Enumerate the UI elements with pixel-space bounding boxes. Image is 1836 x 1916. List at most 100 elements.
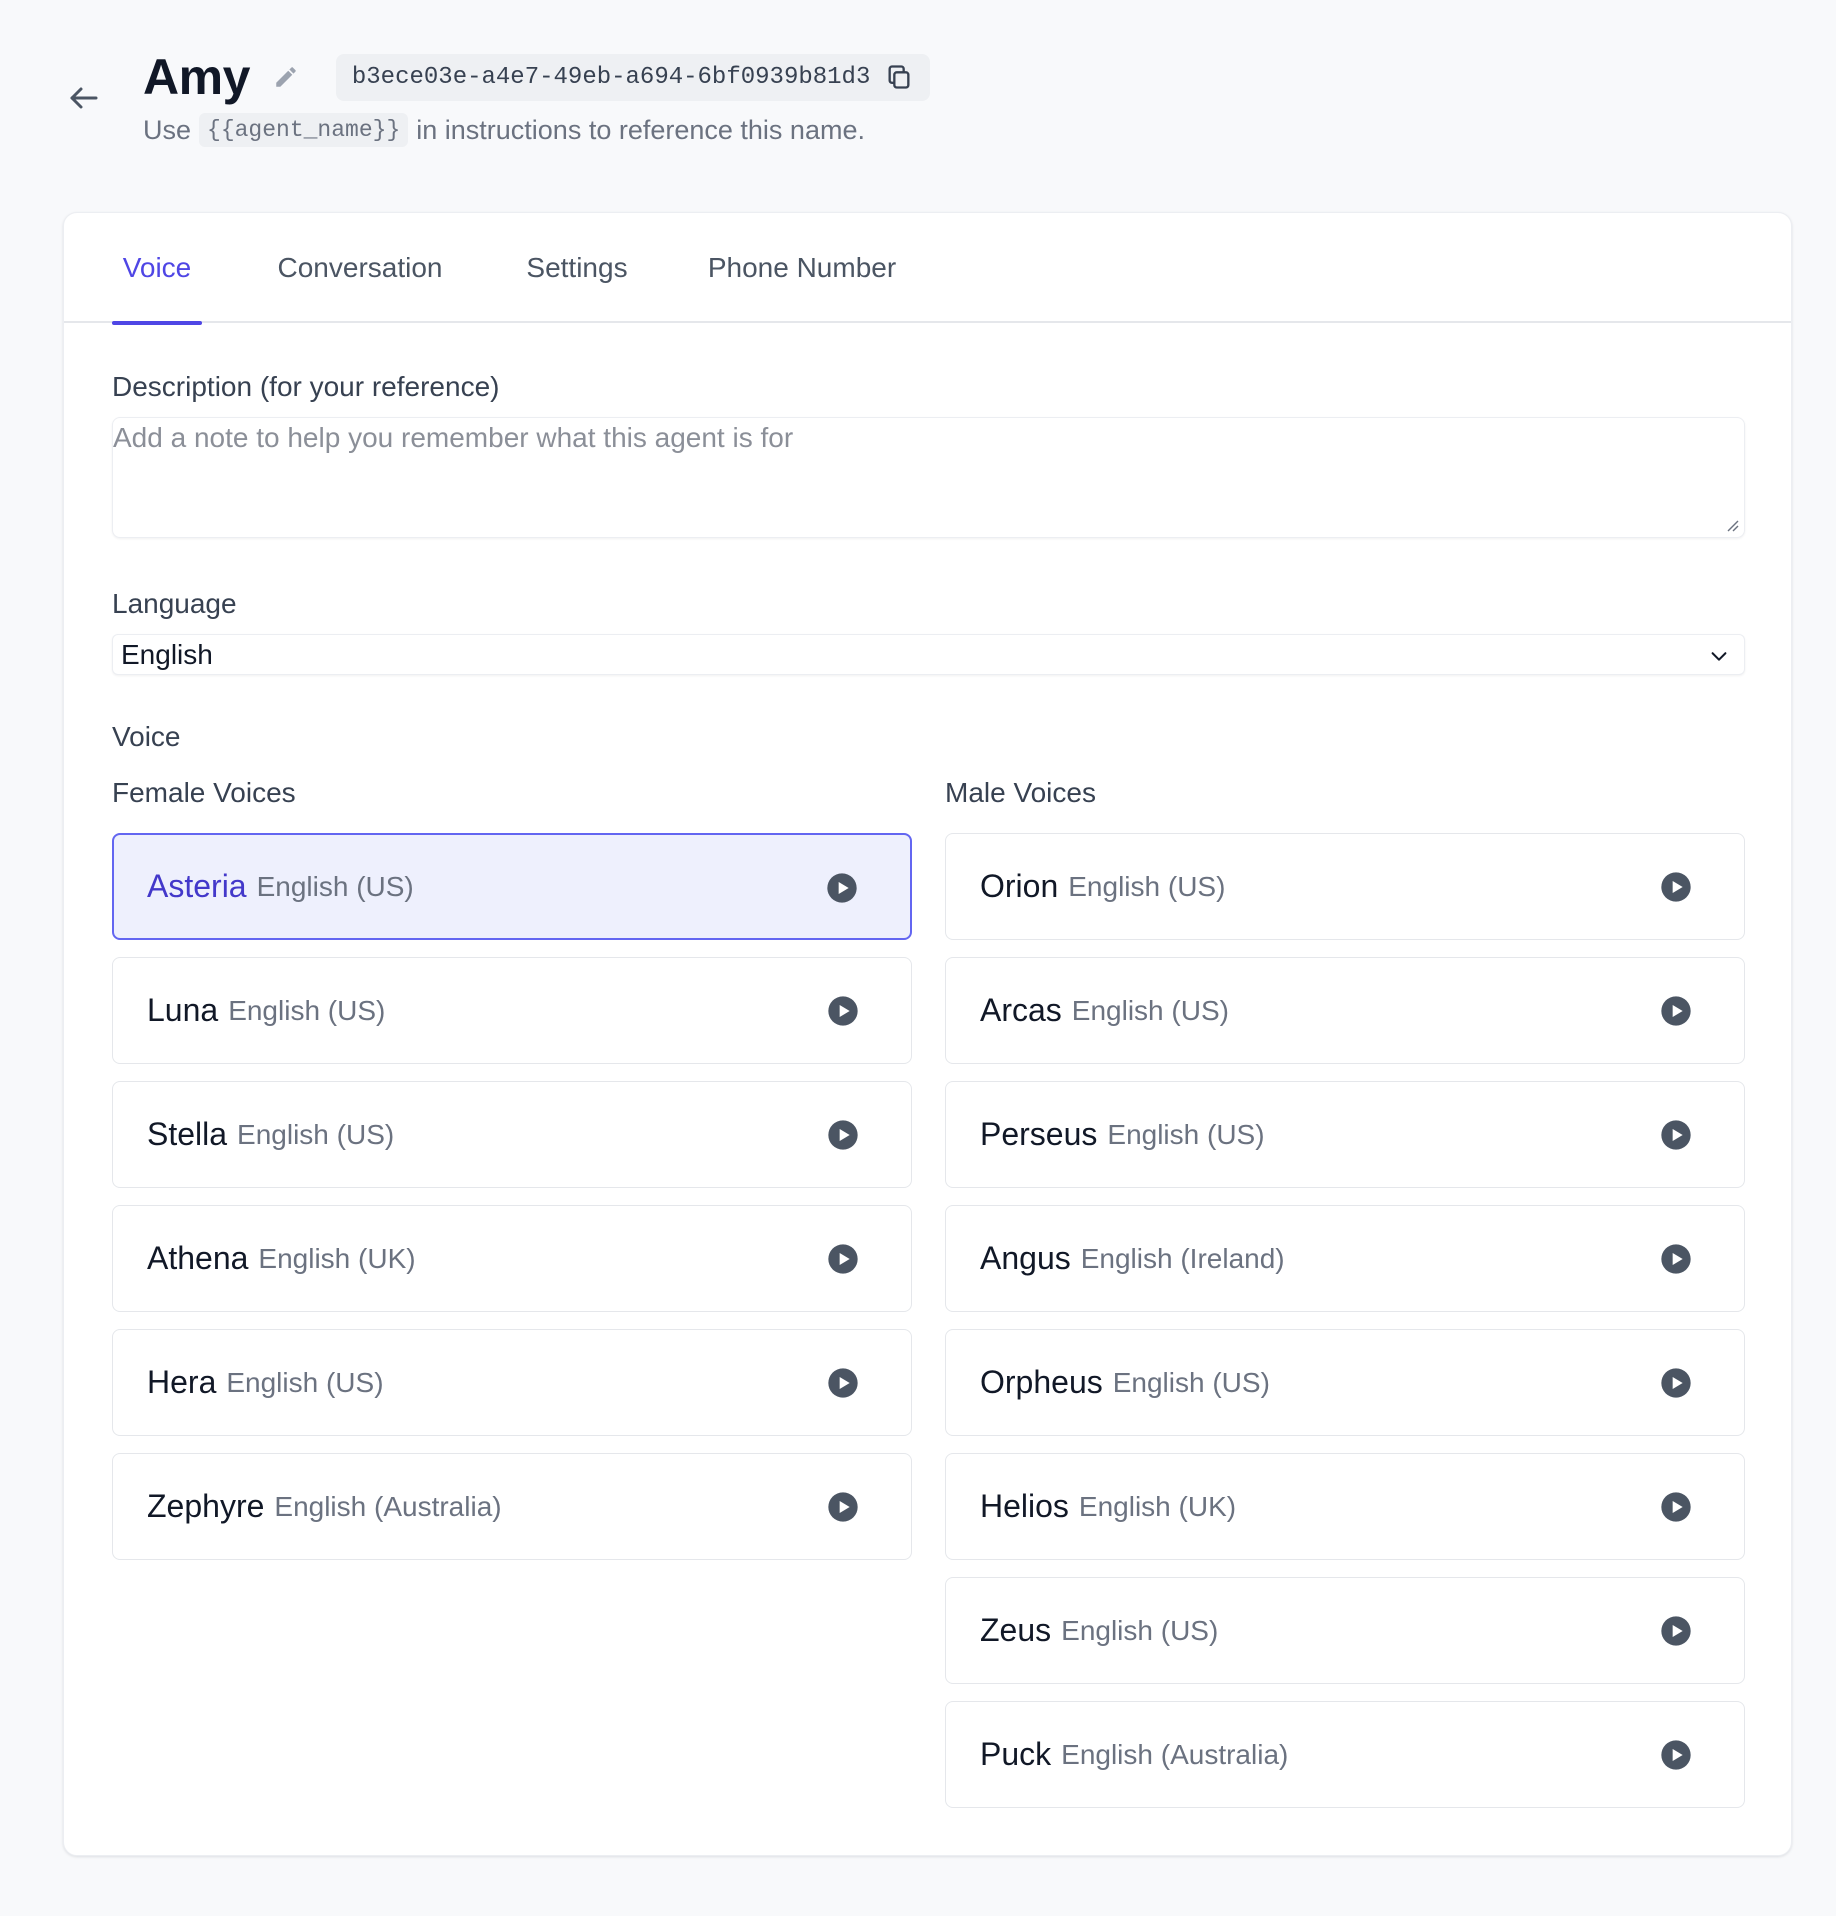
voice-name: Orpheus (980, 1364, 1103, 1400)
tab-bar: Voice Conversation Settings Phone Number (64, 213, 1791, 325)
voice-option-helios[interactable]: Helios English (UK) (945, 1453, 1745, 1560)
voice-name: Stella (147, 1116, 228, 1152)
back-button[interactable] (62, 76, 106, 120)
play-preview-button[interactable] (1660, 1367, 1692, 1399)
play-circle-icon (1661, 1740, 1691, 1770)
voice-option-orion[interactable]: Orion English (US) (945, 833, 1745, 940)
voice-locale: English (Australia) (274, 1490, 502, 1522)
voice-locale: English (Australia) (1061, 1738, 1289, 1770)
voice-locale: English (US) (256, 870, 414, 902)
voice-name: Hera (147, 1364, 217, 1400)
voice-option-orpheus[interactable]: Orpheus English (US) (945, 1329, 1745, 1436)
voice-option-athena[interactable]: Athena English (UK) (112, 1205, 912, 1312)
voice-label: Voice (112, 721, 181, 752)
tab-voice[interactable]: Voice (112, 213, 202, 325)
title-row: Amy b3ece03e-a4e7-49eb-a694-6bf0939b81d3 (143, 49, 931, 105)
page-header: Amy b3ece03e-a4e7-49eb-a694-6bf0939b81d3… (0, 0, 1836, 200)
tab-settings[interactable]: Settings (518, 213, 636, 323)
voice-locale: English (US) (1068, 870, 1226, 902)
agent-id: b3ece03e-a4e7-49eb-a694-6bf0939b81d3 (351, 63, 871, 91)
edit-name-button[interactable] (270, 61, 302, 93)
play-preview-button[interactable] (827, 995, 859, 1027)
voice-locale: English (UK) (1078, 1490, 1237, 1522)
play-circle-icon (1661, 1368, 1691, 1398)
voice-name: Asteria (147, 868, 247, 904)
description-label: Description (for your reference) (112, 371, 500, 402)
voice-name: Orion (980, 868, 1059, 904)
play-preview-button[interactable] (827, 1119, 859, 1151)
description-input[interactable] (113, 422, 1744, 537)
agent-settings-card: Voice Conversation Settings Phone Number… (63, 212, 1792, 1856)
play-preview-button[interactable] (827, 1243, 859, 1275)
voice-name: Zephyre (147, 1488, 265, 1524)
play-preview-button[interactable] (1660, 1615, 1692, 1647)
voice-option-hera[interactable]: Hera English (US) (112, 1329, 912, 1436)
arrow-left-icon (70, 87, 98, 109)
play-circle-icon (828, 1120, 858, 1150)
play-preview-button[interactable] (1660, 871, 1692, 903)
play-circle-icon (1661, 1492, 1691, 1522)
play-preview-button[interactable] (1660, 1119, 1692, 1151)
copy-id-button[interactable] (884, 62, 914, 92)
play-preview-button[interactable] (826, 872, 858, 904)
play-circle-icon (1661, 1616, 1691, 1646)
voice-option-stella[interactable]: Stella English (US) (112, 1081, 912, 1188)
play-circle-icon (1661, 872, 1691, 902)
voice-name: Helios (980, 1488, 1069, 1524)
voice-option-asteria[interactable]: Asteria English (US) (112, 833, 912, 940)
pencil-icon (276, 67, 296, 87)
resize-grip-icon[interactable] (1724, 517, 1740, 533)
play-circle-icon (1661, 1244, 1691, 1274)
voice-locale: English (US) (1061, 1614, 1219, 1646)
voice-option-zephyre[interactable]: Zephyre English (Australia) (112, 1453, 912, 1560)
agent-name: Amy (143, 49, 250, 105)
female-voices-label: Female Voices (112, 777, 296, 808)
hint-suffix: in instructions to reference this name. (416, 114, 865, 145)
voice-locale: English (US) (228, 994, 386, 1026)
voice-option-puck[interactable]: Puck English (Australia) (945, 1701, 1745, 1808)
voice-name: Arcas (980, 992, 1062, 1028)
play-circle-icon (828, 1492, 858, 1522)
voice-option-zeus[interactable]: Zeus English (US) (945, 1577, 1745, 1684)
voice-option-luna[interactable]: Luna English (US) (112, 957, 912, 1064)
play-circle-icon (1661, 996, 1691, 1026)
voice-locale: English (US) (1071, 994, 1229, 1026)
play-preview-button[interactable] (1660, 1739, 1692, 1771)
copy-icon (888, 65, 910, 89)
tab-conversation[interactable]: Conversation (268, 213, 452, 323)
play-preview-button[interactable] (827, 1491, 859, 1523)
voice-option-arcas[interactable]: Arcas English (US) (945, 957, 1745, 1064)
play-circle-icon (828, 996, 858, 1026)
voice-locale: English (Ireland) (1080, 1242, 1285, 1274)
voice-locale: English (US) (226, 1366, 384, 1398)
play-circle-icon (828, 1368, 858, 1398)
play-preview-button[interactable] (1660, 995, 1692, 1027)
name-hint: Use {{agent_name}} in instructions to re… (143, 110, 865, 150)
voice-option-angus[interactable]: Angus English (Ireland) (945, 1205, 1745, 1312)
voice-locale: English (US) (237, 1118, 395, 1150)
play-preview-button[interactable] (827, 1367, 859, 1399)
voice-name: Angus (980, 1240, 1071, 1276)
play-circle-icon (1661, 1120, 1691, 1150)
play-preview-button[interactable] (1660, 1491, 1692, 1523)
tab-phone-number[interactable]: Phone Number (702, 213, 902, 323)
voice-locale: English (US) (1107, 1118, 1265, 1150)
voice-name: Zeus (980, 1612, 1052, 1648)
voice-option-perseus[interactable]: Perseus English (US) (945, 1081, 1745, 1188)
play-circle-icon (827, 873, 857, 903)
agent-id-chip: b3ece03e-a4e7-49eb-a694-6bf0939b81d3 (335, 53, 931, 101)
voice-name: Athena (147, 1240, 249, 1276)
language-label: Language (112, 588, 237, 619)
voice-locale: English (UK) (258, 1242, 416, 1274)
voice-name: Puck (980, 1736, 1052, 1772)
voice-name: Perseus (980, 1116, 1098, 1152)
hint-code: {{agent_name}} (199, 113, 409, 147)
voice-locale: English (US) (1112, 1366, 1270, 1398)
hint-prefix: Use (143, 114, 192, 145)
language-select[interactable]: English (112, 634, 1745, 675)
language-selected: English (121, 638, 213, 670)
voice-name: Luna (147, 992, 219, 1028)
chevron-down-icon (1711, 652, 1727, 661)
play-preview-button[interactable] (1660, 1243, 1692, 1275)
play-circle-icon (828, 1244, 858, 1274)
